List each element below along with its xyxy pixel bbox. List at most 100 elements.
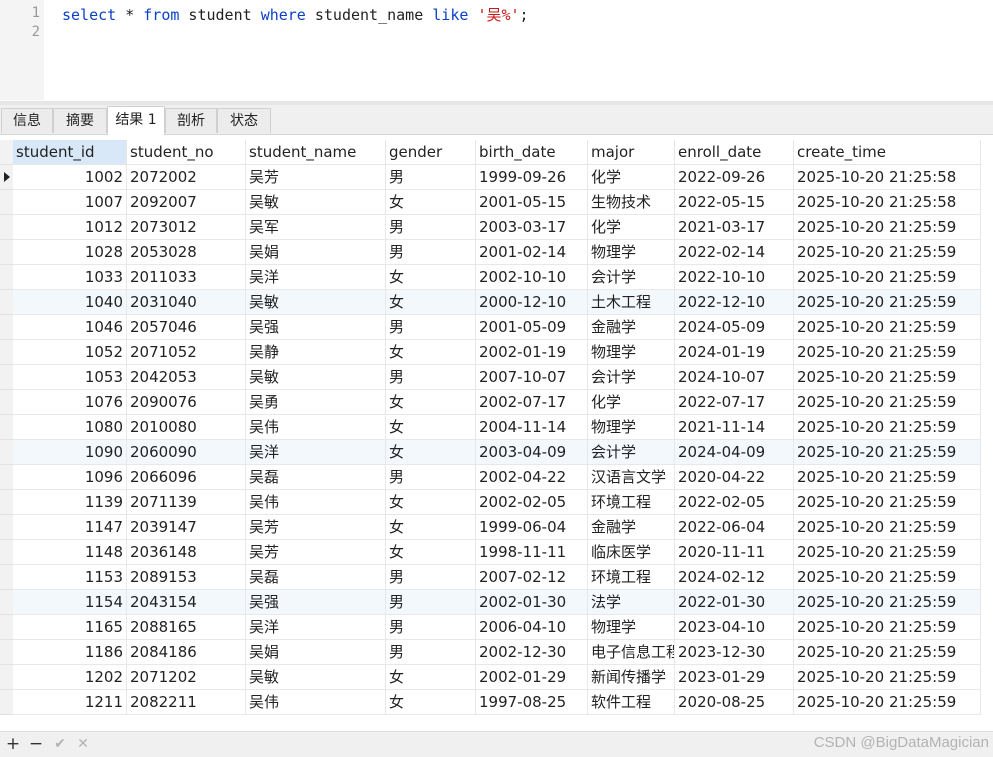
- cell-gender[interactable]: 男: [386, 640, 476, 665]
- cell-student-name[interactable]: 吴磊: [246, 465, 386, 490]
- table-row[interactable]: 1040 2031040 吴敏女 2000-12-10 土木工程 2022-12-10 20…: [13, 290, 981, 315]
- cell-student-id[interactable]: 1148: [13, 540, 127, 565]
- cell-create-time[interactable]: 2025-10-20 21:25:59: [794, 365, 981, 390]
- cell-student-name[interactable]: 吴强: [246, 590, 386, 615]
- row-indicator[interactable]: [0, 465, 13, 490]
- cell-student-id[interactable]: 1033: [13, 265, 127, 290]
- cell-birth-date[interactable]: 1998-11-11: [476, 540, 588, 565]
- cell-enroll-date[interactable]: 2020-11-11: [675, 540, 794, 565]
- table-row[interactable]: 1186 2084186 吴娟男 2002-12-30 电子信息工程 2023-12-30…: [13, 640, 981, 665]
- row-indicator[interactable]: [0, 515, 13, 540]
- row-indicator[interactable]: [0, 190, 13, 215]
- cell-gender[interactable]: 女: [386, 415, 476, 440]
- row-indicator[interactable]: [0, 565, 13, 590]
- minus-icon[interactable]: −: [26, 734, 46, 754]
- cell-enroll-date[interactable]: 2021-11-14: [675, 415, 794, 440]
- cell-gender[interactable]: 女: [386, 540, 476, 565]
- cell-enroll-date[interactable]: 2024-01-19: [675, 340, 794, 365]
- cell-create-time[interactable]: 2025-10-20 21:25:59: [794, 690, 981, 715]
- cell-gender[interactable]: 女: [386, 390, 476, 415]
- cell-student-no[interactable]: 2092007: [127, 190, 246, 215]
- cell-student-no[interactable]: 2036148: [127, 540, 246, 565]
- cell-gender[interactable]: 男: [386, 565, 476, 590]
- cell-enroll-date[interactable]: 2021-03-17: [675, 215, 794, 240]
- sql-query-line[interactable]: select * from student where student_name…: [62, 4, 529, 25]
- column-header-create-time[interactable]: create_time: [794, 140, 981, 165]
- cell-enroll-date[interactable]: 2023-04-10: [675, 615, 794, 640]
- cell-enroll-date[interactable]: 2024-02-12: [675, 565, 794, 590]
- cell-student-name[interactable]: 吴洋: [246, 265, 386, 290]
- cell-student-id[interactable]: 1211: [13, 690, 127, 715]
- table-row[interactable]: 1012 2073012 吴军男 2003-03-17 化学 2021-03-17 2025…: [13, 215, 981, 240]
- cell-birth-date[interactable]: 2002-02-05: [476, 490, 588, 515]
- cell-birth-date[interactable]: 2002-10-10: [476, 265, 588, 290]
- cell-major[interactable]: 会计学: [588, 365, 675, 390]
- cell-major[interactable]: 临床医学: [588, 540, 675, 565]
- table-row[interactable]: 1090 2060090 吴洋女 2003-04-09 会计学 2024-04-09 202…: [13, 440, 981, 465]
- cell-create-time[interactable]: 2025-10-20 21:25:59: [794, 590, 981, 615]
- cell-student-name[interactable]: 吴军: [246, 215, 386, 240]
- tab-profile[interactable]: 剖析: [165, 108, 217, 133]
- cell-student-id[interactable]: 1154: [13, 590, 127, 615]
- cell-student-name[interactable]: 吴敏: [246, 665, 386, 690]
- cell-student-no[interactable]: 2039147: [127, 515, 246, 540]
- cell-enroll-date[interactable]: 2024-05-09: [675, 315, 794, 340]
- cell-birth-date[interactable]: 2001-02-14: [476, 240, 588, 265]
- cell-student-no[interactable]: 2084186: [127, 640, 246, 665]
- cell-major[interactable]: 会计学: [588, 440, 675, 465]
- cell-student-id[interactable]: 1028: [13, 240, 127, 265]
- cell-major[interactable]: 物理学: [588, 415, 675, 440]
- cell-gender[interactable]: 女: [386, 490, 476, 515]
- row-indicator[interactable]: [0, 440, 13, 465]
- cell-create-time[interactable]: 2025-10-20 21:25:59: [794, 240, 981, 265]
- column-header-student-id[interactable]: student_id: [13, 140, 127, 165]
- cell-student-no[interactable]: 2071052: [127, 340, 246, 365]
- cell-create-time[interactable]: 2025-10-20 21:25:59: [794, 390, 981, 415]
- cell-enroll-date[interactable]: 2020-08-25: [675, 690, 794, 715]
- cell-enroll-date[interactable]: 2022-10-10: [675, 265, 794, 290]
- cell-create-time[interactable]: 2025-10-20 21:25:59: [794, 465, 981, 490]
- cell-student-id[interactable]: 1186: [13, 640, 127, 665]
- cell-student-id[interactable]: 1002: [13, 165, 127, 190]
- cell-student-name[interactable]: 吴静: [246, 340, 386, 365]
- tab-summary[interactable]: 摘要: [53, 108, 107, 133]
- cell-enroll-date[interactable]: 2022-09-26: [675, 165, 794, 190]
- cell-birth-date[interactable]: 2003-03-17: [476, 215, 588, 240]
- cell-student-id[interactable]: 1046: [13, 315, 127, 340]
- cell-enroll-date[interactable]: 2022-01-30: [675, 590, 794, 615]
- table-row[interactable]: 1202 2071202 吴敏女 2002-01-29 新闻传播学 2023-01-29 2…: [13, 665, 981, 690]
- row-indicator[interactable]: [0, 640, 13, 665]
- cell-birth-date[interactable]: 2003-04-09: [476, 440, 588, 465]
- table-row[interactable]: 1028 2053028 吴娟男 2001-02-14 物理学 2022-02-14 202…: [13, 240, 981, 265]
- cell-student-no[interactable]: 2031040: [127, 290, 246, 315]
- cell-student-name[interactable]: 吴洋: [246, 440, 386, 465]
- table-row[interactable]: 1211 2082211 吴伟女 1997-08-25 软件工程 2020-08-25 20…: [13, 690, 981, 715]
- row-indicator[interactable]: [0, 365, 13, 390]
- cell-major[interactable]: 新闻传播学: [588, 665, 675, 690]
- cell-gender[interactable]: 女: [386, 265, 476, 290]
- cell-student-id[interactable]: 1080: [13, 415, 127, 440]
- cell-birth-date[interactable]: 2004-11-14: [476, 415, 588, 440]
- cell-major[interactable]: 化学: [588, 165, 675, 190]
- row-indicator[interactable]: [0, 315, 13, 340]
- cell-student-id[interactable]: 1012: [13, 215, 127, 240]
- cell-create-time[interactable]: 2025-10-20 21:25:59: [794, 265, 981, 290]
- cell-gender[interactable]: 男: [386, 615, 476, 640]
- cell-student-no[interactable]: 2011033: [127, 265, 246, 290]
- row-indicator[interactable]: [0, 490, 13, 515]
- cell-student-no[interactable]: 2071202: [127, 665, 246, 690]
- cell-major[interactable]: 生物技术: [588, 190, 675, 215]
- cell-student-no[interactable]: 2090076: [127, 390, 246, 415]
- tab-info[interactable]: 信息: [1, 108, 53, 133]
- cell-enroll-date[interactable]: 2020-04-22: [675, 465, 794, 490]
- cell-student-no[interactable]: 2060090: [127, 440, 246, 465]
- cell-student-no[interactable]: 2088165: [127, 615, 246, 640]
- cell-create-time[interactable]: 2025-10-20 21:25:59: [794, 415, 981, 440]
- cell-birth-date[interactable]: 2002-01-29: [476, 665, 588, 690]
- row-indicator[interactable]: [0, 615, 13, 640]
- check-icon[interactable]: ✔: [50, 734, 70, 754]
- cell-student-no[interactable]: 2071139: [127, 490, 246, 515]
- cell-student-id[interactable]: 1007: [13, 190, 127, 215]
- cell-student-name[interactable]: 吴伟: [246, 415, 386, 440]
- cell-student-no[interactable]: 2053028: [127, 240, 246, 265]
